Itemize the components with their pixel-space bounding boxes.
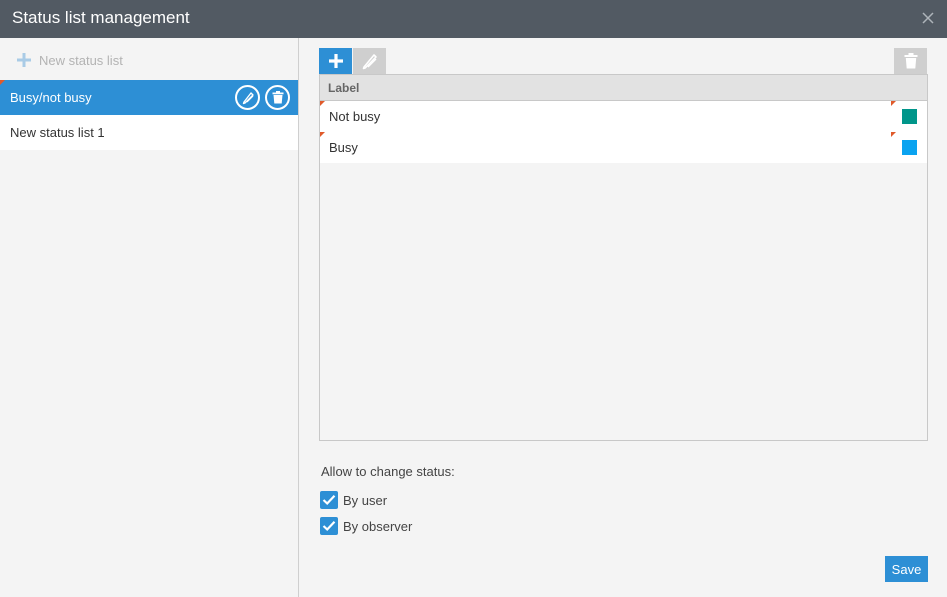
- modified-marker: [891, 101, 896, 106]
- close-button[interactable]: [921, 11, 935, 25]
- pencil-icon: [362, 54, 377, 70]
- edit-status-button[interactable]: [353, 48, 386, 74]
- status-list: Busy/not busy New status list 1: [0, 80, 298, 150]
- save-button[interactable]: Save: [885, 556, 928, 582]
- modified-marker: [320, 101, 325, 106]
- plus-icon: [17, 53, 31, 67]
- status-row-not-busy[interactable]: Not busy: [320, 101, 927, 132]
- status-list-item-label: Busy/not busy: [10, 90, 92, 105]
- allow-change-status-heading: Allow to change status:: [321, 464, 455, 479]
- status-list-item-new-status-list-1[interactable]: New status list 1: [0, 115, 298, 150]
- edit-list-button[interactable]: [235, 85, 260, 110]
- new-status-list-button[interactable]: New status list: [16, 51, 123, 69]
- status-color-swatch[interactable]: [902, 140, 917, 155]
- new-status-list-label: New status list: [39, 52, 123, 68]
- status-list-item-busy-not-busy[interactable]: Busy/not busy: [0, 80, 298, 115]
- by-user-label: By user: [343, 492, 388, 508]
- close-icon: [922, 12, 934, 24]
- add-status-button[interactable]: [319, 48, 352, 74]
- by-user-checkbox[interactable]: [320, 491, 338, 509]
- trash-icon: [272, 91, 283, 104]
- delete-status-button[interactable]: [894, 48, 927, 74]
- by-user-option[interactable]: By user: [320, 491, 387, 509]
- status-row-label: Busy: [329, 140, 358, 155]
- by-observer-option[interactable]: By observer: [320, 517, 412, 535]
- modified-marker: [0, 80, 5, 85]
- plus-icon: [328, 54, 343, 68]
- modified-marker: [320, 132, 325, 137]
- title-bar: Status list management: [0, 0, 947, 38]
- modified-marker: [891, 132, 896, 137]
- status-row-label: Not busy: [329, 109, 381, 124]
- by-observer-checkbox[interactable]: [320, 517, 338, 535]
- by-observer-label: By observer: [343, 518, 413, 534]
- checkmark-icon: [322, 521, 336, 532]
- status-editor: Label Not busy Busy Allow to change stat…: [299, 38, 947, 597]
- column-header-label[interactable]: Label: [320, 75, 927, 101]
- status-grid: Label Not busy Busy: [319, 74, 928, 441]
- status-color-swatch[interactable]: [902, 109, 917, 124]
- status-row-busy[interactable]: Busy: [320, 132, 927, 163]
- status-list-item-label: New status list 1: [10, 125, 105, 140]
- item-actions: [235, 85, 290, 110]
- window-title: Status list management: [12, 8, 190, 27]
- pencil-icon: [242, 91, 254, 104]
- delete-list-button[interactable]: [265, 85, 290, 110]
- checkmark-icon: [322, 495, 336, 506]
- trash-icon: [904, 53, 917, 69]
- status-list-sidebar: New status list Busy/not busy New status…: [0, 38, 299, 597]
